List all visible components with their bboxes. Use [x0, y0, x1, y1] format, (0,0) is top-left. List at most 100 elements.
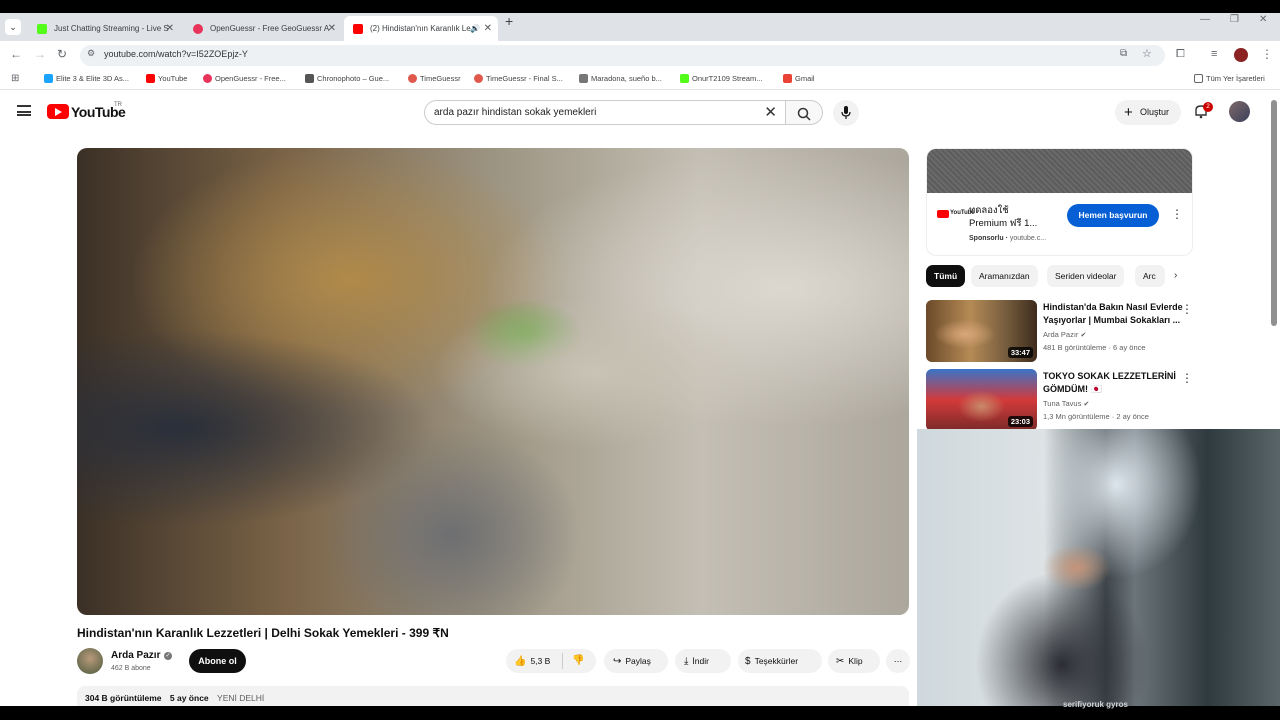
recommendation-channel[interactable]: Arda Pazır ✔	[1043, 330, 1086, 339]
search-button[interactable]	[785, 100, 823, 125]
bookmark-gmail[interactable]: Gmail	[783, 74, 815, 83]
tab-search-dropdown[interactable]: ⌄	[5, 19, 21, 35]
bookmark-openguessr[interactable]: OpenGuessr - Free...	[203, 74, 286, 83]
bookmark-chronophoto[interactable]: Chronophoto – Gue...	[305, 74, 389, 83]
sponsored-ad-card[interactable]: YouTube ทดลองใช้ Premium ฟรี 1... Sponso…	[926, 148, 1193, 256]
video-player[interactable]	[77, 148, 909, 615]
hamburger-menu-icon[interactable]	[17, 105, 31, 116]
account-avatar[interactable]	[1229, 101, 1250, 122]
tab-youtube-active[interactable]: (2) Hindistan'nın Karanlık Le 🔊 ✕	[344, 16, 498, 41]
tab-label: (2) Hindistan'nın Karanlık Le	[370, 24, 471, 33]
bookmark-favicon-icon	[783, 74, 792, 83]
more-actions-button[interactable]: ⋯	[886, 649, 910, 673]
folder-icon	[1194, 74, 1203, 83]
bookmark-label: YouTube	[158, 74, 188, 83]
bookmark-timeguessr-final[interactable]: TimeGuessr - Final S...	[474, 74, 563, 83]
ad-banner-image[interactable]	[927, 149, 1192, 193]
share-icon: ↪	[613, 656, 622, 667]
close-icon[interactable]: ✕	[484, 16, 492, 41]
channel-label: Tuna Tavus	[1043, 399, 1082, 408]
youtube-header: YouTube TR arda pazır hindistan sokak ye…	[0, 95, 1270, 131]
menu-kebab-icon[interactable]: ⋮	[1261, 47, 1273, 61]
verified-badge-icon: ✔	[1080, 332, 1087, 339]
forward-icon[interactable]: →	[34, 47, 46, 61]
bookmark-timeguessr[interactable]: TimeGuessr	[408, 74, 461, 83]
new-tab-button[interactable]: +	[505, 13, 513, 29]
close-icon[interactable]: ✕	[328, 16, 336, 41]
share-label: Paylaş	[625, 656, 651, 666]
clear-search-icon[interactable]: ✕	[764, 103, 777, 121]
subscribe-button[interactable]: Abone ol	[189, 649, 246, 673]
ad-more-icon[interactable]: ⋮	[1171, 207, 1183, 221]
scissors-icon: ✂	[836, 656, 845, 667]
recommendation-item[interactable]: 23:03 TOKYO SOKAK LEZZETLERİNİ GÖMDÜM! 🇯…	[926, 369, 1266, 433]
download-button[interactable]: ⤓ İndir	[675, 649, 731, 673]
page-scrollbar[interactable]	[1271, 100, 1277, 326]
more-vertical-icon[interactable]: ⋮	[1181, 302, 1193, 316]
reload-icon[interactable]: ↻	[57, 47, 67, 61]
search-input[interactable]: arda pazır hindistan sokak yemekleri ✕	[424, 100, 786, 125]
bookmark-label: Maradona, sueño b...	[591, 74, 662, 83]
chip-related[interactable]: Arc	[1135, 265, 1165, 287]
dislike-icon[interactable]: 👎	[572, 649, 584, 673]
close-window-icon[interactable]: ✕	[1259, 14, 1267, 25]
sponsored-label: Sponsorlu	[969, 235, 1004, 242]
ad-title[interactable]: ทดลองใช้ Premium ฟรี 1...	[969, 204, 1049, 230]
thanks-button[interactable]: $ Teşekkürler	[738, 649, 822, 673]
tab-kick[interactable]: Just Chatting Streaming - Live S ✕	[28, 16, 180, 41]
close-icon[interactable]: ✕	[166, 16, 174, 41]
video-thumbnail[interactable]: 23:03	[926, 369, 1037, 431]
tab-label: OpenGuessr - Free GeoGuessr A	[210, 24, 330, 33]
tab-openguessr[interactable]: OpenGuessr - Free GeoGuessr A ✕	[184, 16, 342, 41]
bookmark-youtube[interactable]: YouTube	[146, 74, 187, 83]
search-query-text: arda pazır hindistan sokak yemekleri	[434, 107, 597, 118]
apps-grid-icon[interactable]: ⊞	[11, 73, 19, 84]
recommendation-item[interactable]: 33:47 Hindistan'da Bakın Nasıl Evlerde Y…	[926, 300, 1266, 364]
verified-badge-icon: ✔	[1083, 401, 1090, 408]
video-thumbnail[interactable]: 33:47	[926, 300, 1037, 362]
all-bookmarks[interactable]: Tüm Yer İşaretleri	[1194, 74, 1265, 83]
minimize-icon[interactable]: —	[1200, 14, 1210, 25]
microphone-icon	[841, 106, 851, 119]
channel-name[interactable]: Arda Pazır	[111, 650, 160, 661]
youtube-logo-icon[interactable]	[47, 104, 69, 119]
bookmark-maradona[interactable]: Maradona, sueño b...	[579, 74, 662, 83]
youtube-logo-icon	[937, 210, 949, 218]
top-black-bar	[0, 0, 1280, 13]
channel-avatar[interactable]	[77, 648, 103, 674]
openguessr-favicon-icon	[193, 24, 203, 34]
site-info-icon[interactable]: ⚙	[87, 48, 95, 59]
bookmark-star-icon[interactable]: ☆	[1142, 47, 1152, 60]
bookmark-onurt2109[interactable]: OnurT2109 Stream...	[680, 74, 762, 83]
like-count[interactable]: 5,3 B	[530, 656, 550, 666]
bookmark-label: OnurT2109 Stream...	[692, 74, 763, 83]
download-label: İndir	[692, 656, 709, 666]
clip-button[interactable]: ✂ Klip	[828, 649, 880, 673]
extensions-icon[interactable]: ⧠	[1176, 48, 1185, 61]
voice-search-button[interactable]	[833, 100, 859, 126]
chip-from-series[interactable]: Seriden videolar	[1047, 265, 1125, 287]
like-icon[interactable]: 👍	[514, 650, 526, 674]
share-button[interactable]: ↪ Paylaş	[604, 649, 668, 673]
recommendation-channel[interactable]: Tuna Tavus ✔	[1043, 399, 1089, 408]
more-vertical-icon[interactable]: ⋮	[1181, 371, 1193, 385]
profile-avatar[interactable]	[1234, 48, 1248, 62]
maximize-icon[interactable]: ❐	[1230, 14, 1239, 25]
ad-cta-button[interactable]: Hemen başvurun	[1067, 204, 1159, 227]
recommendation-title[interactable]: TOKYO SOKAK LEZZETLERİNİ GÖMDÜM! 🇯🇵	[1043, 370, 1183, 395]
ad-domain: youtube.c...	[1009, 235, 1047, 242]
recommendation-title[interactable]: Hindistan'da Bakın Nasıl Evlerde Yaşıyor…	[1043, 301, 1183, 326]
create-button[interactable]: Oluştur	[1115, 100, 1181, 125]
address-bar[interactable]: ⚙ youtube.com/watch?v=I52ZOEpjz-Y ⧉ ☆	[80, 45, 1165, 66]
chip-all[interactable]: Tümü	[926, 265, 966, 287]
speaker-icon[interactable]: 🔊	[470, 16, 480, 41]
media-control-icon[interactable]: ≡	[1211, 48, 1217, 60]
chip-from-search[interactable]: Aramanızdan	[971, 265, 1038, 287]
hashtag-link[interactable]: YENİ DELHİ	[217, 693, 264, 703]
back-icon[interactable]: ←	[10, 47, 22, 61]
chevron-right-icon[interactable]: ›	[1174, 270, 1177, 281]
install-app-icon[interactable]: ⧉	[1120, 48, 1127, 59]
bookmark-elite3[interactable]: Elite 3 & Elite 3D As...	[44, 74, 129, 83]
region-code: TR	[114, 102, 122, 108]
bookmark-label: Gmail	[795, 74, 815, 83]
